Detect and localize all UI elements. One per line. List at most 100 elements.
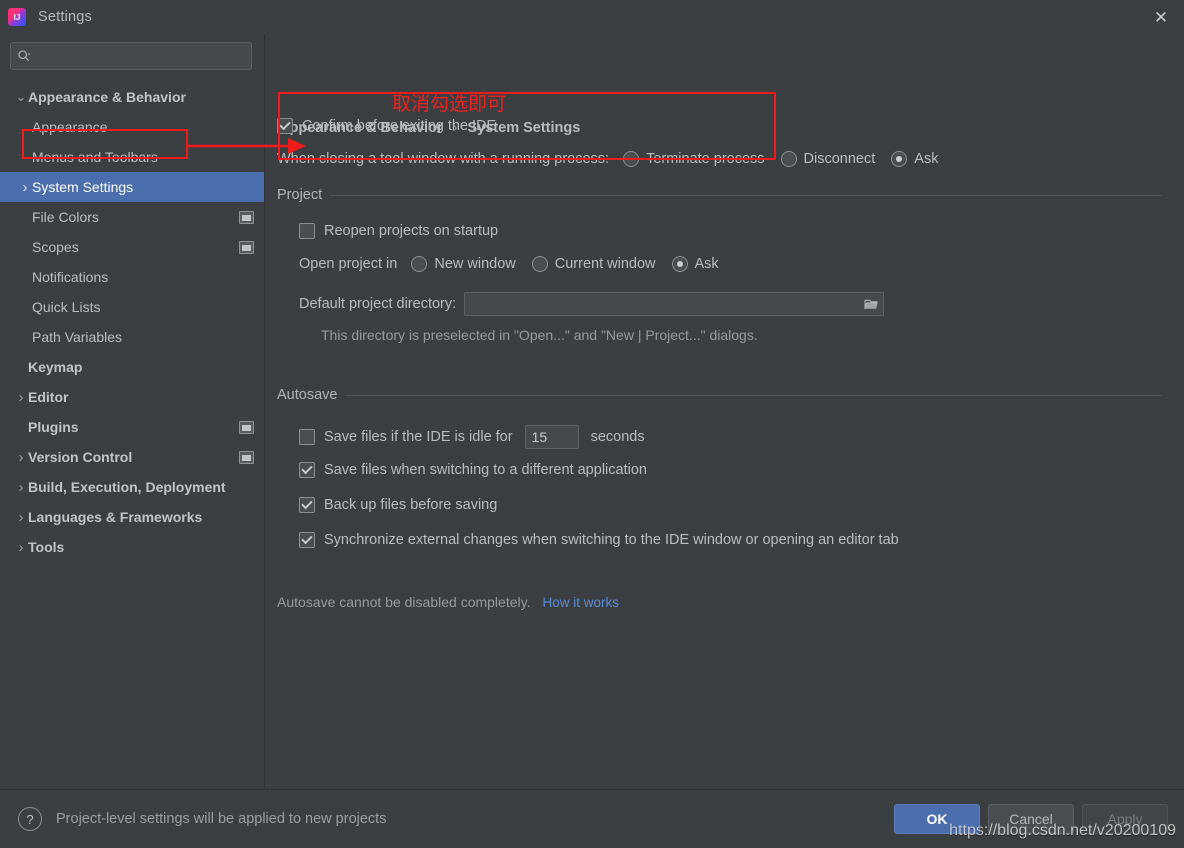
chevron-right-icon[interactable]: › — [14, 390, 28, 405]
tool-window-radio-terminate[interactable]: Terminate process — [623, 151, 780, 167]
confirm-exit-label: Confirm before exiting the IDE — [302, 118, 497, 134]
sidebar-item-label: Languages & Frameworks — [28, 509, 203, 525]
sidebar-item-plugins[interactable]: Plugins — [0, 412, 264, 442]
tool-window-process-label: When closing a tool window with a runnin… — [277, 151, 610, 167]
autosave-group-divider — [345, 394, 1162, 396]
default-project-directory-field[interactable] — [464, 292, 885, 316]
radio-current-window[interactable] — [531, 256, 548, 272]
settings-sidebar: ⌄ Appearance & Behavior Appearance Menus … — [0, 34, 265, 789]
sidebar-item-label: Scopes — [32, 239, 79, 255]
reopen-projects-checkbox[interactable] — [299, 223, 315, 239]
open-project-radio-current[interactable]: Current window — [531, 256, 672, 272]
sidebar-item-system-settings[interactable]: › System Settings — [0, 172, 264, 202]
title-bar: Settings ✕ — [0, 0, 1184, 34]
reopen-projects-row[interactable]: Reopen projects on startup — [299, 223, 498, 239]
chevron-right-icon[interactable]: › — [14, 510, 28, 525]
sidebar-item-notifications[interactable]: Notifications — [0, 262, 264, 292]
sidebar-item-build-execution-deployment[interactable]: › Build, Execution, Deployment — [0, 472, 264, 502]
sidebar-item-editor[interactable]: › Editor — [0, 382, 264, 412]
autosave-idle-label: Save files if the IDE is idle for — [324, 429, 513, 445]
search-container — [0, 34, 264, 80]
radio-disconnect[interactable] — [780, 151, 797, 167]
autosave-note: Autosave cannot be disabled completely. — [277, 594, 531, 610]
autosave-sync-checkbox[interactable] — [299, 532, 315, 548]
question-mark-icon[interactable]: ? — [18, 807, 42, 831]
project-level-badge-icon — [239, 450, 254, 464]
open-project-radio-ask[interactable]: Ask — [671, 256, 735, 272]
autosave-note-row: Autosave cannot be disabled completely. … — [277, 594, 619, 610]
folder-icon[interactable] — [863, 298, 879, 311]
sidebar-item-languages-frameworks[interactable]: › Languages & Frameworks — [0, 502, 264, 532]
chevron-right-icon[interactable]: › — [14, 480, 28, 495]
chevron-right-icon[interactable]: › — [18, 180, 32, 195]
radio-open-ask-label: Ask — [694, 256, 719, 272]
autosave-switch-app-checkbox[interactable] — [299, 462, 315, 478]
how-it-works-link[interactable]: How it works — [542, 595, 619, 610]
sidebar-item-file-colors[interactable]: File Colors — [0, 202, 264, 232]
autosave-idle-checkbox[interactable] — [299, 429, 315, 445]
open-project-in-row: Open project in New window Current windo… — [299, 256, 735, 272]
autosave-sync-label: Synchronize external changes when switch… — [324, 532, 899, 548]
sidebar-item-path-variables[interactable]: Path Variables — [0, 322, 264, 352]
sidebar-item-quick-lists[interactable]: Quick Lists — [0, 292, 264, 322]
autosave-idle-unit-label: seconds — [590, 429, 645, 445]
chevron-right-icon[interactable]: › — [14, 540, 28, 555]
jetbrains-intellij-icon — [8, 8, 26, 26]
radio-ask-label: Ask — [914, 151, 939, 167]
default-project-directory-row: Default project directory: — [299, 292, 919, 316]
sidebar-item-label: Path Variables — [32, 329, 123, 345]
project-level-badge-icon — [239, 240, 254, 254]
sidebar-item-appearance[interactable]: Appearance — [0, 112, 264, 142]
project-group-header: Project — [277, 187, 1162, 203]
search-box[interactable] — [10, 42, 252, 70]
settings-window: Settings ✕ ⌄Appearance & Beh — [0, 0, 1184, 848]
confirm-exit-row[interactable]: Confirm before exiting the IDE — [277, 118, 496, 134]
settings-tree[interactable]: ⌄ Appearance & Behavior Appearance Menus … — [0, 80, 264, 789]
autosave-backup-label: Back up files before saving — [324, 497, 498, 513]
sidebar-item-label: Appearance — [32, 119, 108, 135]
sidebar-item-label: Plugins — [28, 419, 79, 435]
search-icon — [17, 49, 31, 63]
autosave-idle-seconds-field[interactable] — [524, 425, 715, 449]
chevron-down-icon[interactable]: ⌄ — [14, 90, 28, 103]
sidebar-item-scopes[interactable]: Scopes — [0, 232, 264, 262]
sidebar-item-label: Build, Execution, Deployment — [28, 479, 226, 495]
open-project-radio-new[interactable]: New window — [411, 256, 531, 272]
sidebar-item-keymap[interactable]: Keymap — [0, 352, 264, 382]
reopen-projects-label: Reopen projects on startup — [324, 223, 499, 239]
radio-terminate-process[interactable] — [623, 151, 640, 167]
autosave-switch-app-label: Save files when switching to a different… — [324, 462, 647, 478]
sidebar-item-tools[interactable]: › Tools — [0, 532, 264, 562]
autosave-sync-row[interactable]: Synchronize external changes when switch… — [299, 532, 899, 548]
sidebar-item-menus-and-toolbars[interactable]: Menus and Toolbars — [0, 142, 264, 172]
search-input[interactable] — [31, 47, 245, 65]
autosave-group-title: Autosave — [277, 387, 338, 403]
sidebar-item-label: Version Control — [28, 449, 133, 465]
sidebar-item-version-control[interactable]: › Version Control — [0, 442, 264, 472]
radio-current-window-label: Current window — [554, 256, 656, 272]
project-group-title: Project — [277, 187, 323, 203]
tool-window-radio-disconnect[interactable]: Disconnect — [780, 151, 892, 167]
autosave-backup-row[interactable]: Back up files before saving — [299, 497, 497, 513]
watermark-url: https://blog.csdn.net/v20200109 — [949, 822, 1176, 839]
radio-open-ask[interactable] — [671, 256, 688, 272]
autosave-group-header: Autosave — [277, 387, 1162, 403]
radio-disconnect-label: Disconnect — [803, 151, 876, 167]
sidebar-item-appearance-behavior[interactable]: ⌄ Appearance & Behavior — [0, 82, 264, 112]
autosave-backup-checkbox[interactable] — [299, 497, 315, 513]
default-project-directory-input[interactable] — [469, 295, 864, 313]
close-icon[interactable]: ✕ — [1138, 0, 1184, 34]
sidebar-item-label: Notifications — [32, 269, 109, 285]
sidebar-item-label: Menus and Toolbars — [32, 149, 158, 165]
tool-window-radio-ask[interactable]: Ask — [891, 151, 954, 167]
autosave-switch-app-row[interactable]: Save files when switching to a different… — [299, 462, 647, 478]
radio-new-window[interactable] — [411, 256, 428, 272]
tool-window-process-row: When closing a tool window with a runnin… — [277, 151, 954, 167]
chevron-right-icon[interactable]: › — [14, 450, 28, 465]
confirm-exit-checkbox[interactable] — [277, 118, 293, 134]
radio-ask[interactable] — [891, 151, 908, 167]
